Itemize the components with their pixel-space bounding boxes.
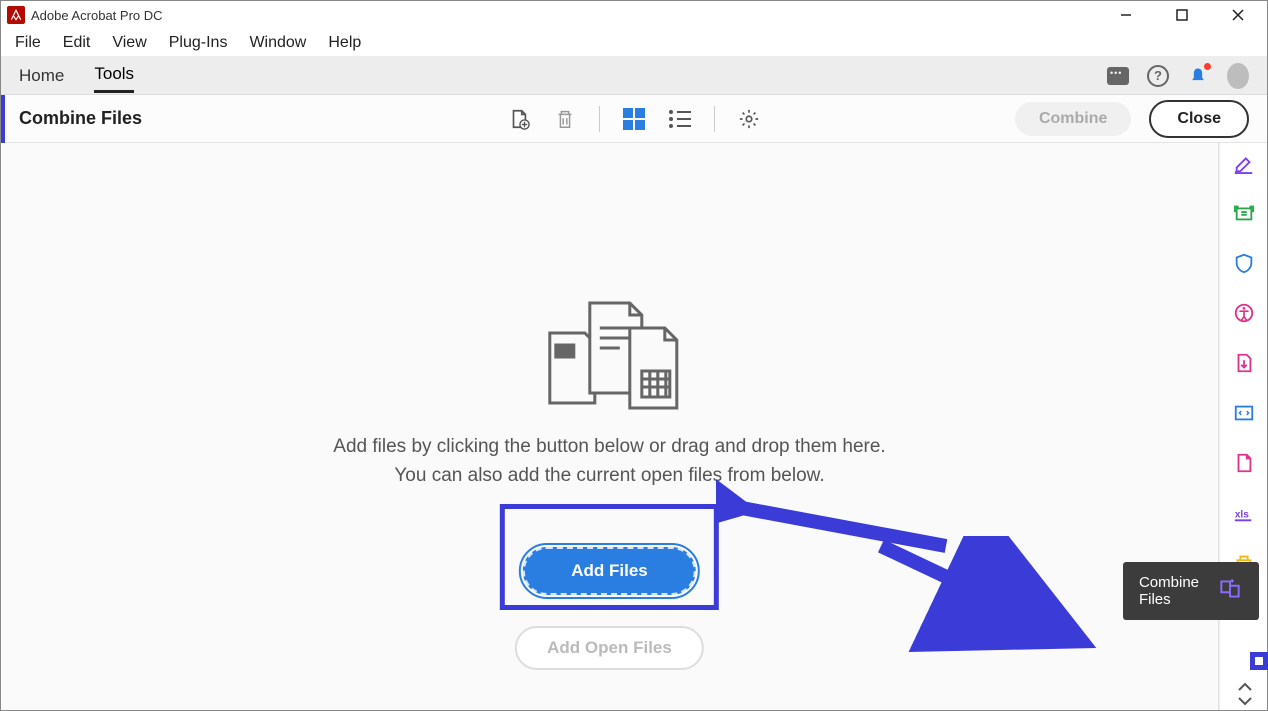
- add-open-files-button[interactable]: Add Open Files: [515, 626, 704, 670]
- app-title: Adobe Acrobat Pro DC: [31, 8, 163, 23]
- tab-home[interactable]: Home: [19, 60, 64, 92]
- separator: [599, 106, 600, 132]
- main-area: Add files by clicking the button below o…: [1, 143, 1219, 710]
- menu-view[interactable]: View: [102, 31, 156, 55]
- menu-edit[interactable]: Edit: [53, 31, 101, 55]
- close-button[interactable]: Close: [1149, 100, 1249, 138]
- list-view-icon[interactable]: [668, 107, 692, 131]
- annotation-highlight-addfiles: Add Files: [500, 504, 719, 610]
- svg-text:xls: xls: [1234, 510, 1248, 521]
- titlebar: Adobe Acrobat Pro DC: [1, 1, 1267, 29]
- minimize-button[interactable]: [1111, 1, 1141, 29]
- documents-illustration: [333, 293, 885, 413]
- add-files-button[interactable]: Add Files: [523, 547, 696, 595]
- tab-tools[interactable]: Tools: [94, 58, 134, 93]
- separator: [714, 106, 715, 132]
- chat-icon[interactable]: [1107, 65, 1129, 87]
- organize-icon[interactable]: [1232, 351, 1256, 375]
- menu-help[interactable]: Help: [318, 31, 371, 55]
- combine-files-tooltip[interactable]: Combine Files: [1123, 562, 1259, 620]
- expand-chevrons[interactable]: [1237, 682, 1253, 706]
- bell-icon[interactable]: [1187, 65, 1209, 87]
- help-icon[interactable]: ?: [1147, 65, 1169, 87]
- annotation-highlight-tooltip: Combine Files: [1250, 652, 1268, 670]
- instruction-line2: You can also add the current open files …: [333, 462, 885, 491]
- menu-window[interactable]: Window: [239, 31, 316, 55]
- accent-bar: [1, 95, 5, 143]
- gear-icon[interactable]: [737, 107, 761, 131]
- trash-icon[interactable]: [553, 107, 577, 131]
- xls-icon[interactable]: xls: [1232, 501, 1256, 525]
- app-icon: [7, 6, 25, 24]
- protect-icon[interactable]: [1232, 251, 1256, 275]
- menubar: File Edit View Plug-Ins Window Help: [1, 29, 1267, 57]
- menu-plugins[interactable]: Plug-Ins: [159, 31, 238, 55]
- right-tools-panel: xls: [1219, 143, 1267, 710]
- export-icon[interactable]: [1232, 201, 1256, 225]
- tool-title: Combine Files: [19, 108, 142, 129]
- tool-header: Combine Files Combine Close: [1, 95, 1267, 143]
- tabstrip: Home Tools ?: [1, 57, 1267, 95]
- combine-files-icon: [1217, 576, 1243, 606]
- maximize-button[interactable]: [1167, 1, 1197, 29]
- code-icon[interactable]: [1232, 401, 1256, 425]
- tooltip-label: Combine Files: [1139, 574, 1199, 608]
- close-window-button[interactable]: [1223, 1, 1253, 29]
- grid-view-icon[interactable]: [622, 107, 646, 131]
- combine-button: Combine: [1015, 102, 1131, 136]
- page-icon[interactable]: [1232, 451, 1256, 475]
- add-file-icon[interactable]: [507, 107, 531, 131]
- instruction-line1: Add files by clicking the button below o…: [333, 433, 885, 462]
- menu-file[interactable]: File: [5, 31, 51, 55]
- edit-icon[interactable]: [1232, 151, 1256, 175]
- accessibility-icon[interactable]: [1232, 301, 1256, 325]
- avatar-icon[interactable]: [1227, 65, 1249, 87]
